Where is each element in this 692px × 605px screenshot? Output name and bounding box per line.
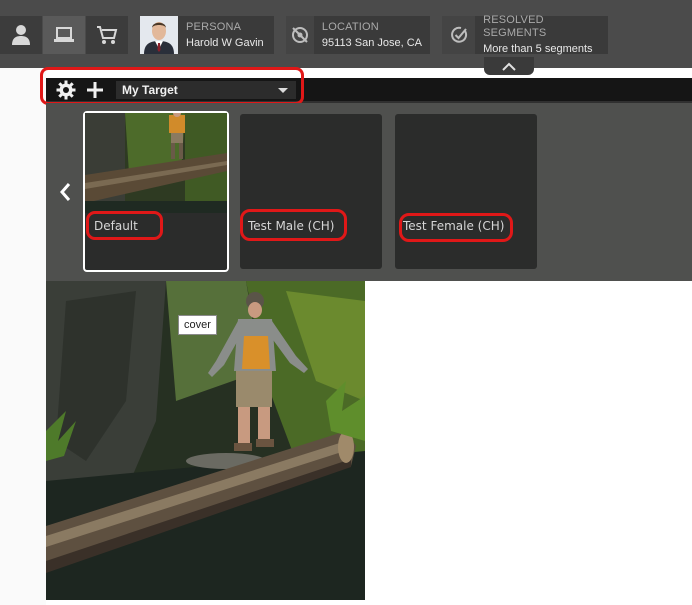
gear-icon [56,80,76,100]
avatar [140,16,178,54]
collapse-toolbar-button[interactable] [484,57,534,75]
element-tooltip: cover [178,315,217,335]
persona-selector[interactable]: PERSONA Harold W Gavin [140,16,274,54]
persona-value: Harold W Gavin [186,36,264,49]
laptop-device-button[interactable] [43,16,85,54]
target-select[interactable]: My Target [116,81,296,99]
cart-icon [97,26,118,44]
target-select-value: My Target [122,83,178,97]
resolved-segments-selector[interactable]: RESOLVED SEGMENTS More than 5 segments [442,14,608,55]
location-value: 95113 San Jose, CA [321,36,422,49]
experience-name: Test Male (CH) [248,219,335,233]
plus-icon [87,82,103,98]
experience-name: Default [94,219,138,233]
segments-value: More than 5 segments [483,43,593,55]
experience-thumbnail [85,113,227,213]
user-icon [12,25,30,45]
chevron-left-icon [60,183,71,201]
experience-name: Test Female (CH) [403,219,505,233]
page-margin [0,68,46,605]
user-device-button[interactable] [0,16,42,54]
add-experience-button[interactable] [85,80,105,100]
caret-down-icon [278,88,288,93]
previous-experiences-button[interactable] [55,180,75,204]
target-check-icon [450,26,467,43]
laptop-icon [54,27,74,42]
experience-card-test-female[interactable]: Test Female (CH) [395,114,537,269]
location-label: LOCATION [321,20,379,33]
persona-label: PERSONA [186,20,242,33]
experience-card-test-male[interactable]: Test Male (CH) [240,114,382,269]
location-off-icon [291,27,308,43]
location-selector[interactable]: LOCATION 95113 San Jose, CA [286,16,430,54]
segments-label: RESOLVED SEGMENTS [483,14,547,39]
settings-button[interactable] [56,80,76,100]
cart-device-button[interactable] [86,16,128,54]
experience-card-default[interactable]: Default [83,111,229,272]
chevron-up-icon [502,62,516,71]
